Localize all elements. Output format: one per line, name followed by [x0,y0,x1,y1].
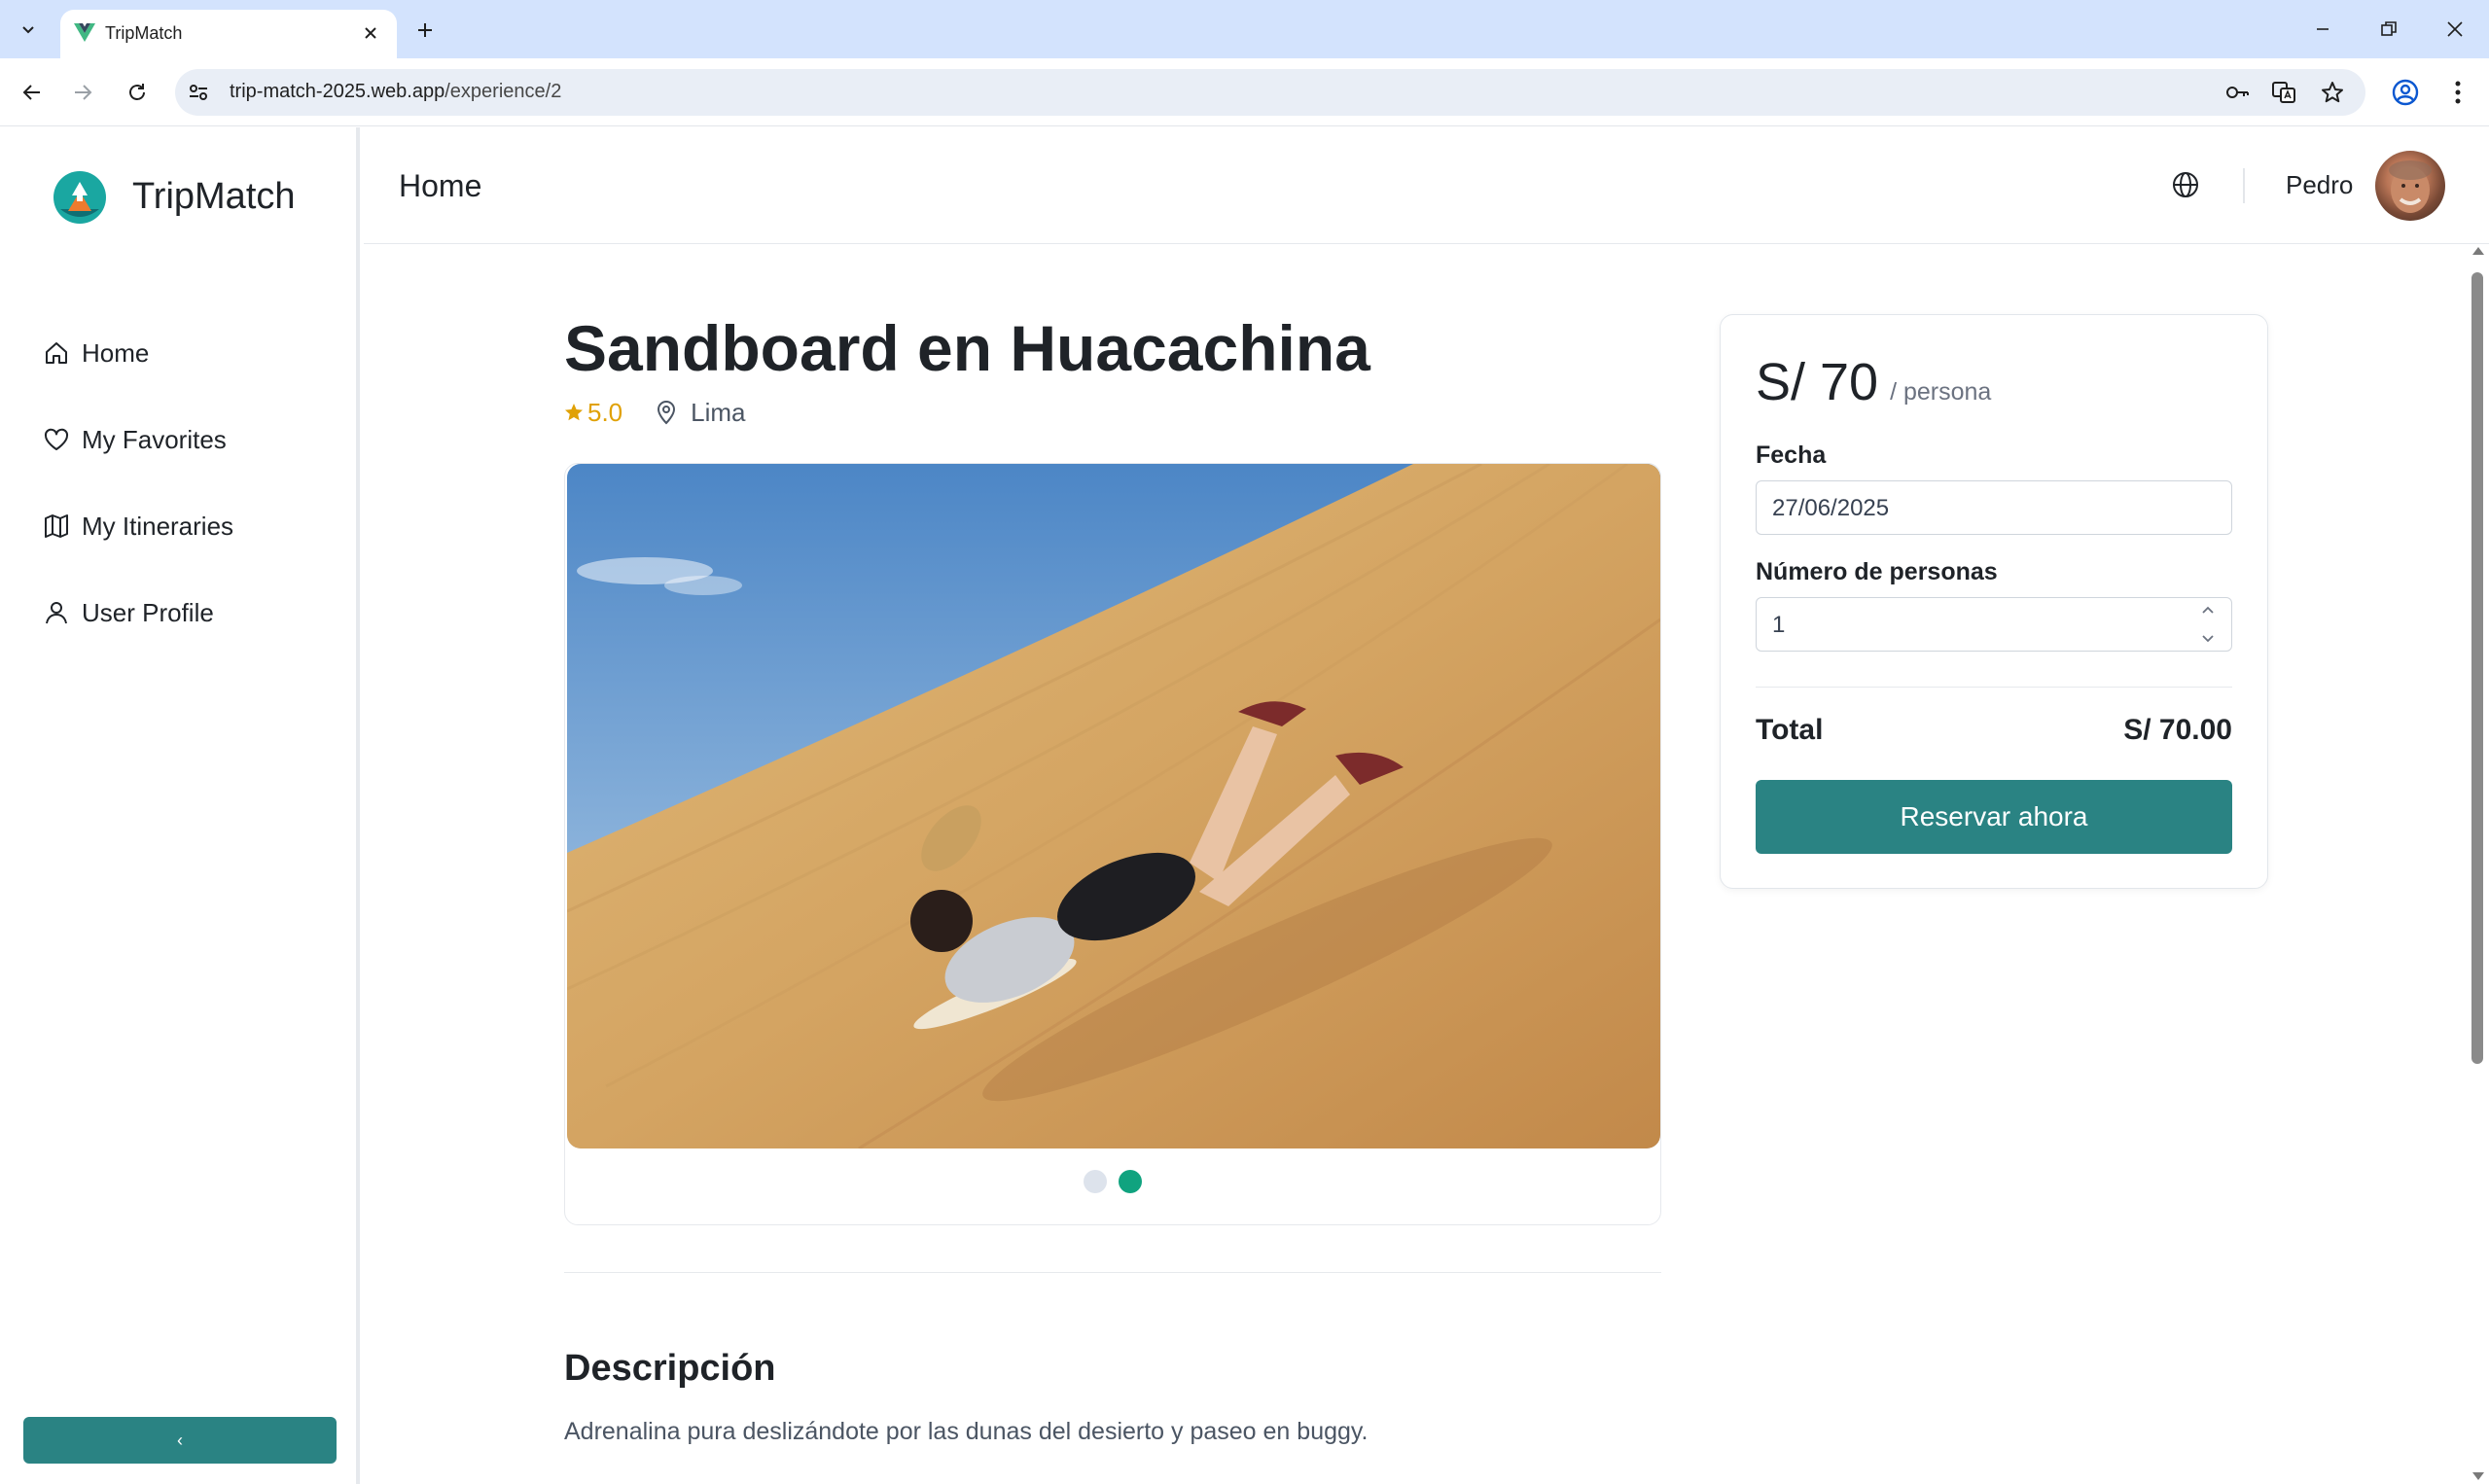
brand-name: TripMatch [132,176,296,217]
language-globe-icon[interactable] [2171,170,2200,199]
experience-title: Sandboard en Huacachina [564,312,1370,384]
sidebar-item-label: My Favorites [82,424,227,454]
chevron-down-icon[interactable] [2200,633,2216,645]
carousel-image [567,464,1660,1148]
kebab-menu-icon [2455,81,2461,104]
url-host: trip-match-2025.web.app [230,81,445,102]
rating: 5.0 [564,398,622,428]
browser-tabstrip: TripMatch [0,0,2489,58]
reserve-now-button[interactable]: Reservar ahora [1756,780,2232,854]
description-text: Adrenalina pura deslizándote por las dun… [564,1418,1369,1445]
sidebar-item-label: My Itineraries [82,511,234,541]
location-name: Lima [691,397,746,427]
map-icon [45,514,68,538]
sidebar-item-label: User Profile [82,597,214,627]
sidebar-item-itineraries[interactable]: My Itineraries [43,505,233,548]
tab-close-button[interactable] [358,20,383,46]
browser-toolbar: trip-match-2025.web.app/experience/2 [0,58,2489,126]
app-header: Home Pedro [364,127,2489,244]
people-label: Número de personas [1756,558,1998,585]
carousel-indicators [565,1170,1660,1193]
close-icon [365,27,376,39]
sidebar-item-label: Home [82,337,150,368]
translate-icon[interactable] [2270,79,2297,106]
minimize-button[interactable] [2293,10,2352,49]
content-divider [564,1272,1661,1273]
arrow-left-icon [22,85,40,100]
vue-favicon-icon [74,23,95,42]
sidebar-item-favorites[interactable]: My Favorites [43,418,227,461]
browser-menu-button[interactable] [2441,76,2474,109]
profile-icon[interactable] [2389,76,2422,109]
restore-button[interactable] [2360,10,2418,49]
restore-icon [2381,21,2397,36]
booking-card: S/ 70 / persona Fecha 27/06/2025 Número … [1720,314,2268,889]
carousel-dot-2[interactable] [1119,1170,1142,1193]
forward-button[interactable] [64,74,101,111]
back-button[interactable] [14,74,51,111]
reload-button[interactable] [119,74,156,111]
plus-icon [418,23,432,37]
scroll-down-arrow[interactable] [2472,1472,2484,1480]
avatar-photo [2389,160,2432,213]
password-key-icon[interactable] [2223,79,2251,106]
date-field[interactable]: 27/06/2025 [1756,480,2232,535]
url-text[interactable]: trip-match-2025.web.app/experience/2 [230,81,561,103]
rating-value: 5.0 [587,397,623,427]
avatar[interactable] [2375,151,2445,221]
chevron-down-icon [22,26,34,34]
close-icon [2447,21,2463,37]
people-value: 1 [1772,612,1786,638]
minimize-icon [2317,28,2329,30]
price-amount: S/ 70 [1756,353,1879,411]
app-sidebar: TripMatch Home My Favorites My Itinerari… [0,127,360,1484]
description-heading: Descripción [564,1348,776,1389]
location: Lima [656,397,746,428]
carousel-dot-1[interactable] [1084,1170,1107,1193]
new-tab-button[interactable] [409,14,442,47]
page-scrollbar[interactable] [2467,245,2489,1484]
header-divider [2243,168,2245,203]
total-value: S/ 70.00 [2123,714,2232,746]
stepper-controls[interactable] [2196,604,2220,645]
arrow-right-icon [75,85,92,100]
tab-search-button[interactable] [12,14,45,45]
booking-divider [1756,687,2232,688]
star-icon [565,404,583,421]
total-label: Total [1756,714,1824,746]
experience-meta: 5.0 Lima [564,397,746,428]
url-path: /experience/2 [444,81,562,102]
image-carousel[interactable] [564,463,1661,1225]
tripmatch-logo-icon [53,171,106,224]
price: S/ 70 / persona [1756,352,1991,412]
site-settings-icon[interactable] [187,81,210,104]
people-quantity-stepper[interactable]: 1 [1756,597,2232,652]
heart-icon [44,428,69,450]
chevron-up-icon[interactable] [2200,604,2216,616]
user-icon [46,602,67,624]
address-bar[interactable]: trip-match-2025.web.app/experience/2 [175,69,2365,116]
tab-title: TripMatch [105,23,183,43]
price-unit: / persona [1890,378,1992,406]
bookmark-star-icon[interactable] [2319,79,2346,106]
username[interactable]: Pedro [2286,170,2353,200]
browser-tab-active[interactable]: TripMatch [60,10,397,58]
scroll-up-arrow[interactable] [2472,247,2484,255]
date-label: Fecha [1756,442,1827,469]
sidebar-item-user-profile[interactable]: User Profile [43,591,214,634]
home-icon [46,342,67,364]
scroll-thumb[interactable] [2471,272,2483,1064]
page-title: Home [399,168,482,203]
close-window-button[interactable] [2426,10,2484,49]
map-pin-icon [658,401,676,425]
reload-icon [129,84,145,100]
collapse-sidebar-button[interactable]: ‹ [23,1417,337,1464]
sidebar-item-home[interactable]: Home [43,332,149,374]
